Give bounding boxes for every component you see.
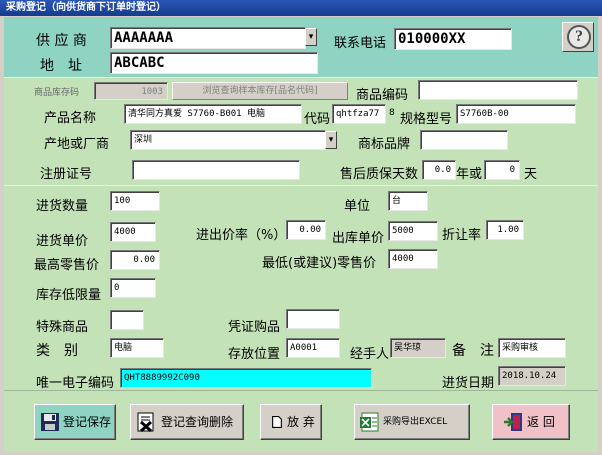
markup-input[interactable]: 0.00 [286,220,326,240]
ecode-input[interactable]: QHT8889992C090 [120,368,372,388]
supplier-input[interactable]: AAAAAAA [110,27,306,49]
min-retail-label: 最低(或建议)零售价 [262,256,377,271]
save-label: 登记保存 [63,415,112,429]
excel-icon [360,412,379,432]
supplier-label: 供 应 商 [36,33,87,49]
warranty-days-input[interactable]: 0 [484,160,520,180]
markup-label: 进出价率（%） [196,228,287,243]
price-label: 进货单价 [36,234,89,249]
date-label: 进货日期 [442,376,495,391]
export-excel-button[interactable]: 采购导出EXCEL [354,404,470,440]
date-input[interactable]: 2018.10.24 [498,366,566,386]
max-retail-label: 最高零售价 [34,258,100,273]
address-label: 地 址 [40,58,82,74]
exit-door-icon [504,413,522,431]
origin-label: 产地或厂商 [44,137,110,152]
year-or-label: 年或 [456,167,483,182]
brand-input[interactable] [420,130,508,150]
unit-input[interactable]: 台 [388,191,428,211]
spec-label: 规格型号 [400,112,453,127]
origin-dropdown-button[interactable]: ▾ [325,131,337,149]
warranty-years-input[interactable]: 0.0 [422,160,456,180]
daima-suffix: 8 [389,108,395,118]
address-input[interactable]: ABCABC [110,52,318,74]
window-title: 采购登记（向供货商下订单时登记） [0,0,602,16]
warranty-label: 售后质保天数 [340,167,419,182]
max-retail-input[interactable]: 0.00 [110,250,160,270]
delete-document-icon [137,412,154,433]
registration-input[interactable] [132,160,300,180]
inventory-code-label: 商品库存码 [34,88,80,98]
out-price-input[interactable]: 5000 [388,221,438,241]
origin-input[interactable]: 深圳 [130,130,326,150]
inventory-code-input[interactable]: 1003 [94,82,168,100]
save-button[interactable]: 登记保存 [34,404,116,440]
product-name-input[interactable]: 清华同方真爱 S7760-B001 电脑 [124,104,302,124]
note-input[interactable]: 采购审核 [498,338,566,358]
floppy-disk-icon [41,413,59,431]
browse-inventory-button[interactable]: 浏览查询样本库存[品名代码] [172,82,348,100]
category-input[interactable]: 电脑 [110,338,164,358]
product-name-label: 产品名称 [44,111,97,126]
phone-input[interactable]: 010000XX [394,28,512,50]
supplier-dropdown-button[interactable]: ▾ [305,28,317,46]
min-stock-input[interactable]: 0 [110,278,156,298]
registration-label: 注册证号 [40,167,93,182]
voucher-input[interactable] [286,309,340,329]
discount-input[interactable]: 1.00 [486,220,524,240]
unit-label: 单位 [344,199,371,214]
category-label: 类 别 [36,343,78,359]
product-code-label: 商品编码 [356,88,409,103]
voucher-label: 凭证购品 [228,320,281,335]
daima-input[interactable]: qhtfza77 [332,104,386,124]
ecode-label: 唯一电子编码 [36,376,115,391]
out-price-label: 出库单价 [332,231,385,246]
help-icon: ? [567,25,591,49]
discard-button[interactable]: 放 弃 [260,404,322,440]
back-button[interactable]: 返 回 [492,404,570,440]
product-code-input[interactable] [418,80,578,100]
phone-label: 联系电话 [334,36,387,51]
quantity-input[interactable]: 100 [110,191,160,211]
min-stock-label: 库存低限量 [36,288,102,303]
special-label: 特殊商品 [36,320,89,335]
handler-label: 经手人 [350,347,390,362]
back-label: 返 回 [527,415,555,429]
handler-input[interactable]: 吴华琼 [390,338,446,358]
price-input[interactable]: 4000 [110,222,156,242]
divider [4,185,598,186]
location-input[interactable]: A0001 [286,338,340,358]
location-label: 存放位置 [228,347,281,362]
document-icon [272,416,282,428]
discard-label: 放 弃 [287,415,315,429]
min-retail-input[interactable]: 4000 [388,249,438,269]
special-input[interactable] [110,310,144,330]
discount-label: 折让率 [442,228,482,243]
query-delete-label: 登记查询删除 [161,415,234,429]
brand-label: 商标品牌 [358,137,411,152]
daima-label: 代码 [304,112,331,127]
export-excel-label: 采购导出EXCEL [383,417,448,427]
note-label: 备 注 [452,343,494,359]
quantity-label: 进货数量 [36,199,89,214]
spec-input[interactable]: S7760B-00 [456,104,576,124]
days-label: 天 [524,167,538,182]
help-button[interactable]: ? [562,22,594,52]
query-delete-button[interactable]: 登记查询删除 [130,404,244,440]
